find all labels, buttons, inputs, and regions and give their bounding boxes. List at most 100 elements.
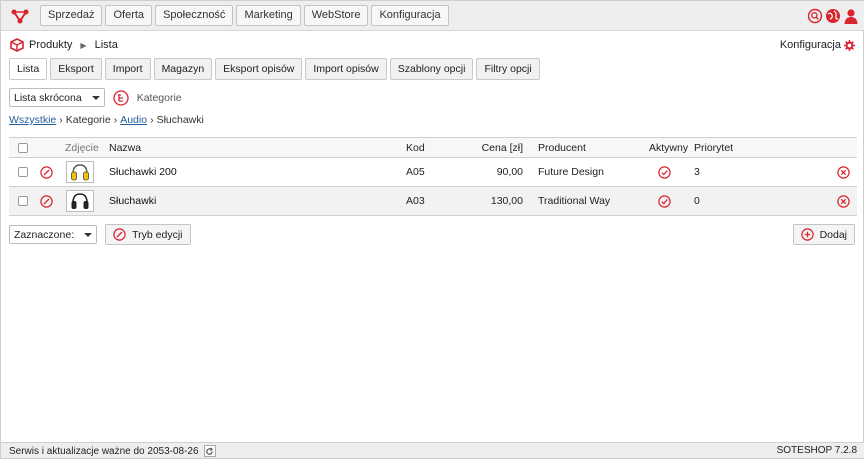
table-row[interactable]: Słuchawki 200 A05 90,00 Future Design 3 (9, 158, 857, 187)
tab-import[interactable]: Import (104, 58, 151, 80)
edit-icon[interactable] (40, 165, 53, 179)
service-info: Serwis i aktualizacje ważne do 2053-08-2… (9, 445, 216, 457)
delete-icon[interactable] (837, 194, 850, 208)
tab-import-descriptions[interactable]: Import opisów (305, 58, 387, 80)
nav-marketing[interactable]: Marketing (236, 5, 301, 26)
section-tabs: Lista Eksport Import Magazyn Eksport opi… (9, 58, 540, 80)
gear-icon (844, 39, 855, 51)
view-select-value: Lista skrócona (14, 91, 82, 104)
column-header-priority[interactable]: Priorytet (694, 138, 733, 157)
view-select[interactable]: Lista skrócona (9, 88, 105, 107)
selected-actions-select[interactable]: Zaznaczone: (9, 225, 98, 244)
breadcrumb-audio[interactable]: Audio (120, 114, 147, 126)
nav-configuration[interactable]: Konfiguracja (371, 5, 449, 26)
select-all-checkbox[interactable] (18, 142, 28, 153)
column-header-photo: Zdjęcie (65, 141, 99, 154)
search-icon[interactable] (807, 8, 823, 24)
column-header-code[interactable]: Kod (406, 138, 425, 157)
edit-icon[interactable] (40, 194, 53, 208)
thumbnail-cell (66, 187, 94, 215)
delete-cell (837, 158, 850, 186)
breadcrumb-all[interactable]: Wszystkie (9, 114, 56, 126)
edit-icon (113, 228, 126, 241)
product-producer: Traditional Way (538, 195, 611, 207)
status-bar: Serwis i aktualizacje ważne do 2053-08-2… (1, 442, 864, 458)
chevron-down-icon (84, 232, 93, 237)
delete-icon[interactable] (837, 165, 850, 179)
check-icon[interactable] (658, 165, 671, 179)
user-icon[interactable] (843, 8, 859, 24)
breadcrumb-categories: Kategorie (65, 114, 111, 126)
column-header-producer[interactable]: Producent (538, 138, 586, 157)
service-text: Serwis i aktualizacje ważne do 2053-08-2… (9, 445, 199, 457)
product-price: 90,00 (496, 166, 523, 178)
headphones-image (71, 193, 89, 209)
nav-offer[interactable]: Oferta (105, 5, 153, 26)
selected-actions-value: Zaznaczone: (14, 228, 75, 241)
category-tree-icon[interactable] (113, 89, 129, 106)
product-thumbnail[interactable] (66, 190, 94, 212)
active-cell (658, 187, 671, 215)
add-icon (800, 228, 814, 241)
tab-export-descriptions[interactable]: Eksport opisów (215, 58, 303, 80)
product-code: A03 (406, 195, 425, 207)
box-icon (10, 38, 24, 52)
nav-webstore[interactable]: WebStore (303, 5, 369, 26)
row-checkbox[interactable] (18, 167, 28, 177)
logo-icon[interactable] (10, 7, 30, 25)
table-row[interactable]: Słuchawki A03 130,00 Traditional Way 0 (9, 187, 857, 216)
tab-option-filters[interactable]: Filtry opcji (476, 58, 540, 80)
check-icon[interactable] (658, 194, 671, 208)
column-header-name[interactable]: Nazwa (109, 138, 141, 157)
headphones-image (71, 164, 89, 181)
row-checkbox-cell (18, 187, 28, 215)
main-nav: Sprzedaż Oferta Społeczność Marketing We… (40, 5, 449, 26)
product-price: 130,00 (490, 195, 523, 207)
refresh-glyph (206, 447, 214, 455)
breadcrumb: Wszystkie › Kategorie › Audio › Słuchawk… (9, 114, 204, 126)
top-bar: Sprzedaż Oferta Społeczność Marketing We… (1, 1, 864, 31)
breadcrumb-separator: › (113, 114, 118, 126)
column-header-price[interactable]: Cena [zł] (459, 138, 523, 157)
tab-warehouse[interactable]: Magazyn (153, 58, 213, 80)
table-header: Zdjęcie Nazwa Kod Cena [zł] Producent Ak… (9, 138, 857, 158)
chevron-down-icon (91, 95, 100, 100)
edit-mode-button[interactable]: Tryb edycji (105, 224, 191, 245)
delete-cell (837, 187, 850, 215)
globe-icon[interactable] (825, 8, 841, 24)
product-name[interactable]: Słuchawki 200 (109, 158, 177, 186)
bulk-actions: Zaznaczone: Tryb edycji (9, 224, 191, 245)
edit-mode-label: Tryb edycji (132, 228, 183, 241)
product-name[interactable]: Słuchawki (109, 187, 156, 215)
nav-community[interactable]: Społeczność (155, 5, 234, 26)
breadcrumb-separator: › (59, 114, 63, 126)
edit-cell (40, 158, 53, 186)
add-button[interactable]: Dodaj (792, 224, 855, 245)
app-window: Sprzedaż Oferta Społeczność Marketing We… (0, 0, 864, 459)
breadcrumb-current: Słuchawki (156, 114, 204, 126)
column-header-active[interactable]: Aktywny (649, 138, 688, 157)
config-link[interactable]: Konfiguracja (780, 39, 855, 51)
section-title[interactable]: Produkty (29, 39, 72, 51)
version-label: SOTESHOP 7.2.8 (776, 445, 857, 456)
row-checkbox[interactable] (18, 196, 28, 206)
breadcrumb-arrow-icon: ▶ (80, 40, 87, 50)
nav-sales[interactable]: Sprzedaż (40, 5, 103, 26)
filter-row: Lista skrócona Kategorie (9, 88, 182, 107)
subsection-title: Lista (94, 39, 118, 51)
product-priority: 3 (694, 166, 700, 178)
product-code: A05 (406, 166, 425, 178)
page-title: Produkty ▶ Lista (10, 37, 118, 53)
thumbnail-cell (66, 158, 94, 186)
product-producer: Future Design (538, 166, 604, 178)
tab-list[interactable]: Lista (9, 58, 48, 80)
add-label: Dodaj (819, 228, 847, 241)
tab-export[interactable]: Eksport (50, 58, 102, 80)
refresh-icon[interactable] (203, 445, 216, 457)
breadcrumb-separator: › (150, 114, 154, 126)
row-checkbox-cell (18, 158, 28, 186)
tab-option-templates[interactable]: Szablony opcji (389, 58, 474, 80)
categories-label[interactable]: Kategorie (137, 92, 182, 104)
product-thumbnail[interactable] (66, 161, 94, 183)
edit-cell (40, 187, 53, 215)
